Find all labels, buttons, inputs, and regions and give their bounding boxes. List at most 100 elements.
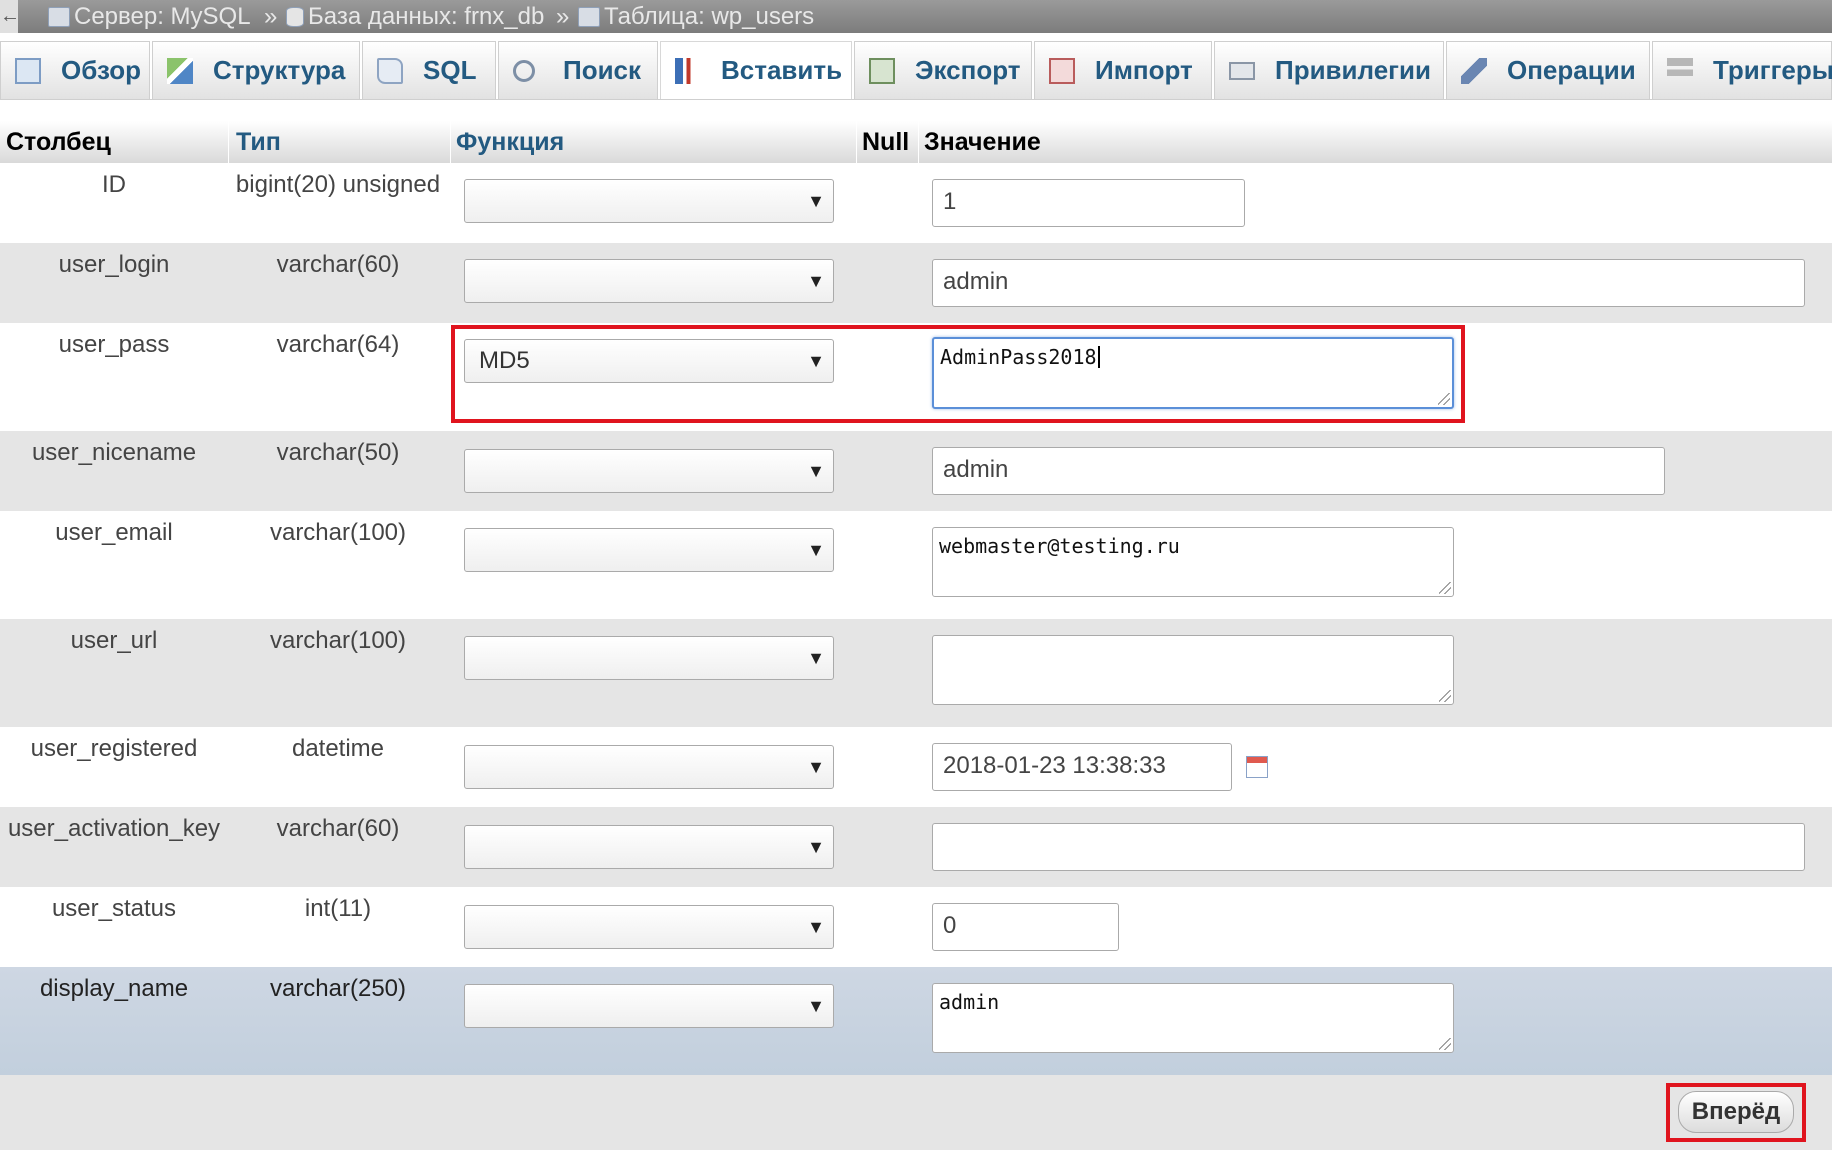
column-name: user_registered (30, 735, 198, 762)
table-row: user_status int(11) ▼ 0 (0, 887, 1832, 967)
table-row: user_email varchar(100) ▼ webmaster@test… (0, 511, 1832, 619)
function-select[interactable]: ▼ (464, 449, 834, 493)
column-type: varchar(50) (276, 439, 400, 466)
column-type: varchar(64) (276, 331, 400, 358)
tab-label: Поиск (563, 55, 642, 85)
breadcrumb-table-label: Таблица: wp_users (604, 3, 815, 30)
column-divider (856, 121, 857, 163)
tab-label: SQL (423, 55, 477, 85)
resize-grip-icon[interactable] (1439, 1038, 1451, 1050)
function-select[interactable]: ▼ (464, 825, 834, 869)
table-row: user_activation_key varchar(60) ▼ (0, 807, 1832, 887)
insert-icon (675, 57, 701, 84)
function-select[interactable]: ▼ (464, 259, 834, 303)
header-column: Столбец (6, 128, 111, 156)
value-input[interactable]: 2018-01-23 13:38:33 (932, 743, 1232, 791)
table-icon (578, 6, 600, 27)
column-type: datetime (291, 735, 385, 762)
column-type: varchar(250) (269, 975, 407, 1002)
column-name: user_pass (58, 331, 170, 358)
table-row: user_url varchar(100) ▼ (0, 619, 1832, 727)
header-type[interactable]: Тип (236, 121, 281, 163)
tab-operations[interactable]: Операции (1446, 41, 1650, 99)
tab-triggers[interactable]: Триггеры (1652, 41, 1832, 99)
tab-privileges[interactable]: Привилегии (1214, 41, 1444, 99)
column-type: int(11) (304, 895, 372, 922)
header-value: Значение (924, 128, 1041, 156)
value-input[interactable] (932, 823, 1805, 871)
function-select[interactable]: ▼ (464, 528, 834, 572)
tab-sql[interactable]: SQL (362, 41, 496, 99)
value-textarea[interactable] (932, 635, 1454, 705)
table-header: Столбец Тип Функция Null Значение (0, 121, 1832, 163)
value-input[interactable]: admin (932, 447, 1665, 495)
column-name: user_status (51, 895, 177, 922)
column-divider (918, 121, 919, 163)
calendar-icon[interactable] (1246, 756, 1268, 778)
column-type: varchar(100) (269, 519, 407, 546)
tab-label: Вставить (721, 55, 843, 85)
chevron-down-icon: ▼ (807, 271, 825, 291)
breadcrumb-table[interactable]: Таблица: wp_users (578, 0, 814, 33)
tab-label: Операции (1507, 55, 1636, 85)
function-select[interactable]: ▼ (464, 745, 834, 789)
value-textarea[interactable]: webmaster@testing.ru (932, 527, 1454, 597)
chevron-down-icon: ▼ (807, 917, 825, 937)
value-input[interactable]: admin (932, 259, 1805, 307)
column-name: user_activation_key (7, 815, 221, 842)
value-textarea[interactable]: admin (932, 983, 1454, 1053)
breadcrumb-database[interactable]: База данных: frnx_db (286, 0, 544, 33)
browse-icon (15, 57, 41, 84)
tab-label: Импорт (1095, 55, 1193, 85)
privileges-icon (1229, 61, 1255, 80)
operations-icon (1461, 57, 1487, 84)
table-row: user_nicename varchar(50) ▼ admin (0, 431, 1832, 511)
function-select[interactable]: ▼ (464, 905, 834, 949)
value-input[interactable]: 1 (932, 179, 1245, 227)
column-name: user_nicename (31, 439, 197, 466)
column-divider (450, 121, 451, 163)
tab-label: Триггеры (1713, 55, 1832, 85)
tab-insert[interactable]: Вставить (660, 41, 852, 99)
breadcrumb-database-label: База данных: frnx_db (308, 3, 545, 30)
table-row: user_login varchar(60) ▼ admin (0, 243, 1832, 323)
breadcrumb-separator: » (556, 3, 570, 30)
resize-grip-icon[interactable] (1439, 582, 1451, 594)
column-type: bigint(20) unsigned (235, 171, 441, 198)
tab-structure[interactable]: Структура (152, 41, 360, 99)
form-footer (0, 1075, 1832, 1150)
tab-browse[interactable]: Обзор (0, 41, 150, 99)
back-arrow-icon[interactable]: ← (0, 0, 20, 33)
chevron-down-icon: ▼ (807, 540, 825, 560)
chevron-down-icon: ▼ (807, 461, 825, 481)
sql-icon (377, 57, 403, 84)
structure-icon (167, 57, 193, 84)
column-name: user_url (70, 627, 158, 654)
tab-export[interactable]: Экспорт (854, 41, 1032, 99)
function-select[interactable]: ▼ (464, 636, 834, 680)
tab-label: Структура (213, 55, 346, 85)
breadcrumb-separator: » (264, 3, 278, 30)
breadcrumb-server-label: Сервер: MySQL (74, 3, 251, 30)
chevron-down-icon: ▼ (807, 837, 825, 857)
tab-import[interactable]: Импорт (1034, 41, 1212, 99)
value-input[interactable]: 0 (932, 903, 1119, 951)
column-name: display_name (39, 975, 189, 1002)
header-function[interactable]: Функция (456, 121, 564, 163)
tab-label: Экспорт (915, 55, 1021, 85)
resize-grip-icon[interactable] (1439, 690, 1451, 702)
breadcrumb-server[interactable]: Сервер: MySQL (48, 0, 251, 33)
chevron-down-icon: ▼ (807, 996, 825, 1016)
table-row: display_name varchar(250) ▼ admin (0, 967, 1832, 1075)
search-icon (513, 59, 535, 82)
column-type: varchar(60) (276, 815, 400, 842)
function-select[interactable]: ▼ (464, 984, 834, 1028)
tab-search[interactable]: Поиск (498, 41, 658, 99)
function-select[interactable]: ▼ (464, 179, 834, 223)
table-row: ID bigint(20) unsigned ▼ 1 (0, 163, 1832, 243)
column-name: user_login (58, 251, 170, 278)
triggers-icon (1667, 57, 1693, 84)
breadcrumb: ← Сервер: MySQL » База данных: frnx_db »… (0, 0, 1832, 33)
column-type: varchar(100) (269, 627, 407, 654)
header-null: Null (862, 128, 910, 156)
